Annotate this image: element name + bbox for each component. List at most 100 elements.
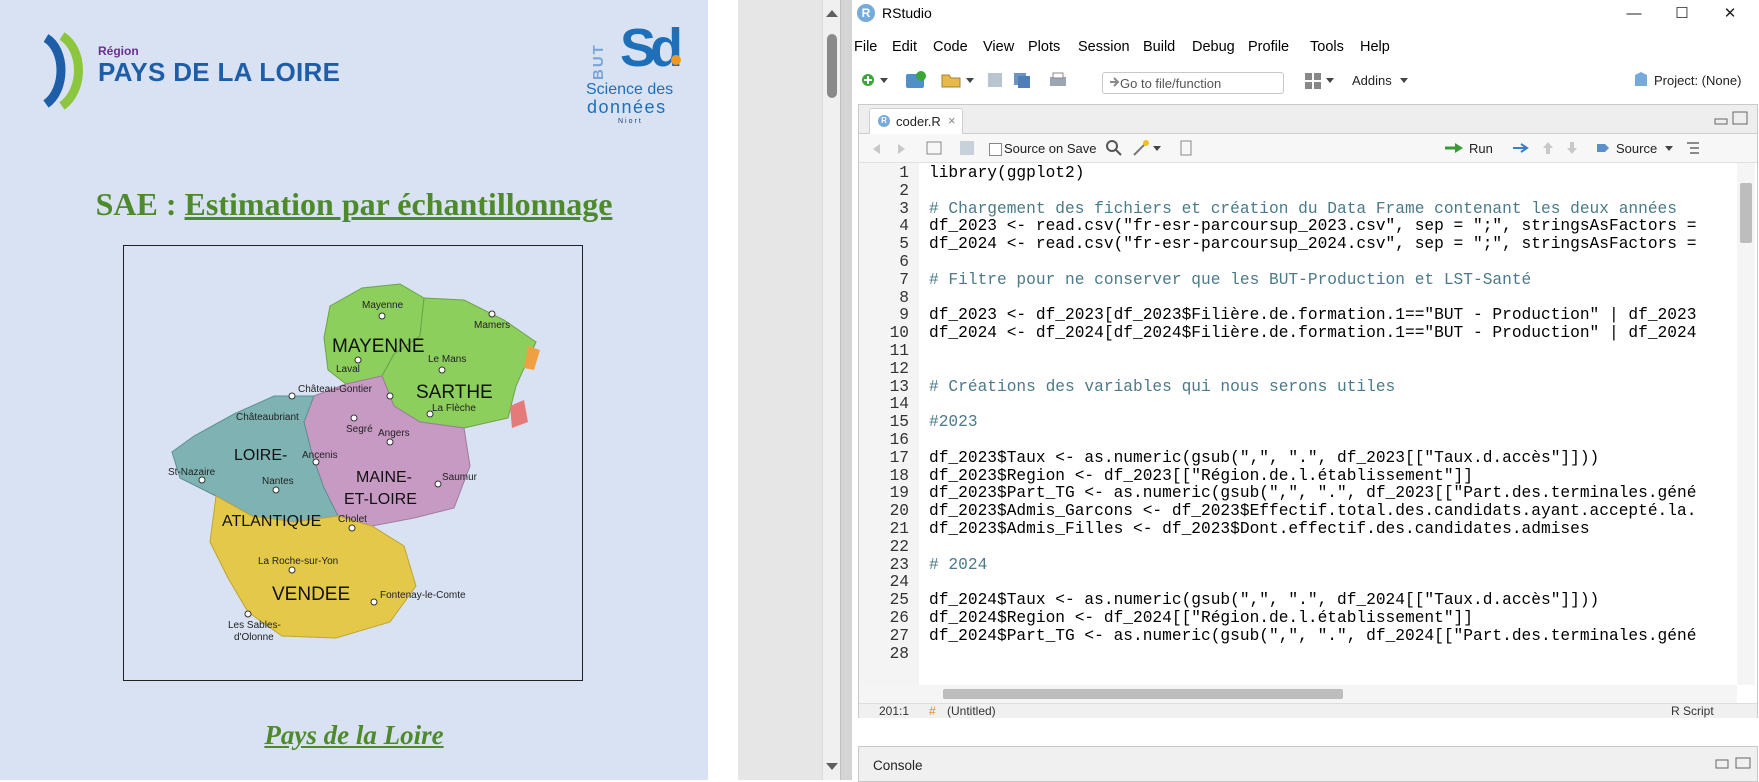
title-main: Estimation par échantillonnage [184, 186, 613, 222]
search-icon[interactable] [1105, 139, 1123, 157]
menu-help[interactable]: Help [1360, 39, 1390, 55]
menu-code[interactable]: Code [933, 39, 968, 55]
project-menu[interactable]: Project: (None) [1654, 73, 1741, 88]
chevron-down-icon[interactable] [1153, 144, 1161, 152]
city-la-fleche: La Flèche [432, 403, 476, 414]
map-label-sarthe: SARTHE [416, 382, 493, 403]
sd-logo-city: Niort [618, 118, 643, 125]
save-icon[interactable] [986, 71, 1004, 89]
tab-close-button[interactable]: × [948, 113, 956, 128]
maximize-pane-icon[interactable] [1732, 111, 1748, 125]
menu-plots[interactable]: Plots [1028, 39, 1060, 55]
city-saumur: Saumur [442, 472, 478, 483]
chevron-down-icon[interactable] [880, 76, 888, 84]
menu-view[interactable]: View [983, 39, 1014, 55]
but-logo-text: BUT [590, 43, 607, 80]
show-in-window-icon[interactable] [925, 140, 943, 156]
minimize-pane-icon[interactable] [1714, 115, 1728, 125]
city-la-roche-sur-yon: La Roche-sur-Yon [258, 556, 338, 567]
chevron-down-icon[interactable] [966, 76, 974, 84]
menu-file[interactable]: File [854, 39, 877, 55]
print-icon[interactable] [1048, 71, 1068, 89]
document-title: SAE : Estimation par échantillonnage [0, 186, 708, 223]
title-bar: R RStudio — ☐ ✕ [852, 0, 1759, 28]
r-file-icon: R [878, 115, 890, 127]
save-file-icon[interactable] [959, 140, 975, 156]
new-project-icon[interactable] [904, 70, 928, 90]
go-up-icon[interactable] [1541, 140, 1555, 156]
compile-report-icon[interactable] [1179, 139, 1193, 157]
code-text: #2023 [929, 413, 978, 432]
chevron-down-icon[interactable] [1665, 144, 1673, 152]
svg-text:d: d [650, 18, 683, 78]
go-down-icon[interactable] [1565, 140, 1579, 156]
source-on-save-checkbox[interactable] [989, 143, 1002, 156]
minimize-button[interactable]: — [1614, 2, 1654, 26]
tab-label: coder.R [896, 114, 941, 129]
goto-arrow-icon [1110, 77, 1120, 87]
code-text: # Créations des variables qui nous seron… [929, 377, 1396, 396]
map-label-et-loire: ET-LOIRE [344, 491, 417, 508]
city-chateau-gontier: Château-Gontier [298, 384, 373, 395]
tab-coder-r[interactable]: R coder.R × [869, 108, 963, 134]
menu-session[interactable]: Session [1078, 39, 1130, 55]
save-all-icon[interactable] [1012, 71, 1032, 89]
code-hscroll-thumb[interactable] [943, 689, 1343, 699]
document-page: Région PAYS DE LA LOIRE BUT S d Science … [0, 0, 708, 780]
menu-edit[interactable]: Edit [892, 39, 917, 55]
code-tools-wand-icon[interactable] [1131, 139, 1151, 157]
city-chateaubriant: Châteaubriant [236, 412, 299, 423]
maximize-console-icon[interactable] [1735, 757, 1751, 769]
city-segre: Segré [346, 424, 373, 435]
map-label-maine: MAINE- [356, 469, 412, 486]
city-les-sables: Les Sables- [228, 620, 281, 631]
code-editor[interactable]: 1 library(ggplot2) 2 3 # Chargement des fich… [859, 163, 1737, 685]
code-horizontal-scrollbar[interactable] [859, 685, 1737, 703]
window-title: RStudio [882, 5, 932, 21]
title-prefix: SAE : [95, 186, 177, 222]
scope-icon: # [929, 704, 936, 718]
run-icon[interactable] [1443, 141, 1465, 155]
source-icon[interactable] [1595, 140, 1615, 156]
new-file-icon[interactable] [860, 72, 876, 88]
code-text: df_2023$Admis_Filles <- df_2023$Dont.eff… [929, 520, 1590, 538]
layout-grid-icon[interactable] [1304, 72, 1322, 90]
outline-icon[interactable] [1685, 140, 1701, 156]
chevron-down-icon[interactable] [1400, 76, 1408, 84]
code-text: # Filtre pour ne conserver que les BUT-P… [929, 270, 1532, 289]
document-scrollbar[interactable] [822, 0, 841, 780]
code-text: library(ggplot2) [929, 164, 1085, 182]
map-label-loire: LOIRE- [234, 447, 287, 464]
city-le-mans: Le Mans [428, 354, 466, 365]
open-file-icon[interactable] [940, 71, 964, 89]
code-text: # 2024 [929, 555, 988, 574]
addins-menu[interactable]: Addins [1352, 73, 1392, 88]
document-margin [708, 0, 738, 780]
maximize-button[interactable]: ☐ [1662, 2, 1702, 26]
code-vertical-scrollbar[interactable] [1737, 163, 1755, 685]
menu-tools[interactable]: Tools [1310, 39, 1344, 55]
menu-profile[interactable]: Profile [1248, 39, 1289, 55]
close-window-button[interactable]: ✕ [1710, 2, 1750, 26]
back-forward-icon[interactable] [871, 142, 907, 156]
filetype-selector[interactable]: R Script [1671, 704, 1714, 718]
menu-build[interactable]: Build [1143, 39, 1175, 55]
console-pane[interactable]: Console [858, 746, 1758, 782]
city-dolonne: d'Olonne [234, 632, 274, 643]
goto-placeholder: Go to file/function [1120, 76, 1222, 91]
city-st-nazaire: St-Nazaire [168, 467, 216, 478]
map-label-mayenne: MAYENNE [332, 336, 425, 357]
rerun-icon[interactable] [1511, 140, 1533, 156]
map-fringe-b [510, 400, 528, 428]
city-mayenne: Mayenne [362, 300, 404, 311]
scroll-down-arrow-icon[interactable] [826, 763, 838, 770]
code-scroll-thumb[interactable] [1740, 183, 1752, 243]
scope-selector[interactable]: (Untitled) [947, 704, 996, 718]
source-button[interactable]: Source [1616, 141, 1657, 156]
scroll-up-arrow-icon[interactable] [826, 10, 838, 17]
menu-debug[interactable]: Debug [1192, 39, 1235, 55]
scroll-thumb[interactable] [827, 34, 837, 98]
run-button[interactable]: Run [1469, 141, 1493, 156]
restore-pane-icon[interactable] [1715, 757, 1729, 769]
chevron-down-icon[interactable] [1326, 76, 1334, 84]
